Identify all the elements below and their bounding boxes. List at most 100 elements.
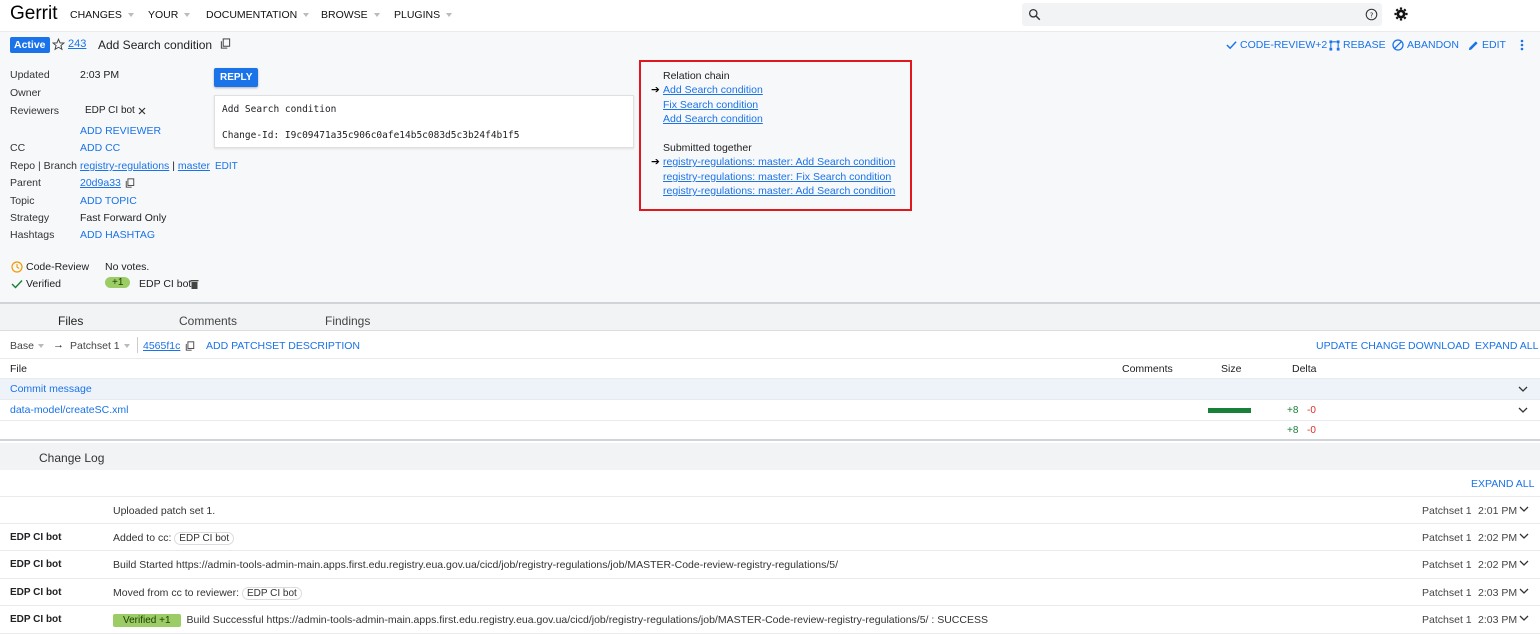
expand-all-files-button[interactable]: EXPAND ALL <box>1475 340 1538 352</box>
account-chip[interactable]: EDP CI bot <box>241 587 302 600</box>
branch-link[interactable]: master <box>178 160 210 172</box>
submitted-item[interactable]: registry-regulations: master: Add Search… <box>663 156 895 168</box>
message-patchset: Patchset 1 <box>1422 532 1472 544</box>
chevron-down-icon[interactable] <box>1519 614 1529 622</box>
relation-chain-item[interactable]: Add Search condition <box>663 84 763 96</box>
updated-value: 2:03 PM <box>80 69 120 81</box>
help-icon[interactable]: ? <box>1365 8 1378 21</box>
search-input[interactable]: ? <box>1022 3 1382 26</box>
star-icon[interactable] <box>52 38 65 51</box>
message-text: Build Successful https://admin-tools-adm… <box>186 614 988 626</box>
message-text: Build Started https://admin-tools-admin-… <box>113 559 839 571</box>
chevron-down-icon[interactable] <box>1519 505 1529 513</box>
menu-plugins[interactable]: PLUGINS <box>394 9 453 21</box>
reviewer-chip[interactable]: EDP CI bot <box>80 104 151 117</box>
check-icon <box>1226 41 1237 50</box>
reviewers-label: Reviewers <box>10 105 60 117</box>
code-review-plus2-button[interactable]: CODE-REVIEW+2 <box>1226 39 1327 51</box>
changelog-row[interactable]: EDP CI bot Moved from cc to reviewer: ED… <box>0 579 1540 606</box>
commit-link[interactable]: 4565f1c <box>143 340 180 352</box>
reply-button[interactable]: REPLY <box>214 68 259 87</box>
menu-changes[interactable]: CHANGES <box>70 9 134 21</box>
copy-icon[interactable] <box>185 341 195 351</box>
base-select[interactable]: Base <box>10 340 44 352</box>
submitted-item[interactable]: registry-regulations: master: Add Search… <box>663 185 895 197</box>
abandon-button[interactable]: ABANDON <box>1392 39 1459 51</box>
pencil-icon <box>1468 40 1478 50</box>
verified-voter: EDP CI bot <box>139 278 192 290</box>
menu-documentation[interactable]: DOCUMENTATION <box>206 9 310 21</box>
delete-icon[interactable] <box>190 279 199 289</box>
menu-your[interactable]: YOUR <box>148 9 191 21</box>
edit-repo-button[interactable]: EDIT <box>215 161 238 172</box>
message-patchset: Patchset 1 <box>1422 614 1472 626</box>
message-patchset: Patchset 1 <box>1422 559 1472 571</box>
chevron-down-icon[interactable] <box>1518 406 1528 414</box>
more-vert-icon[interactable] <box>1519 39 1525 51</box>
gear-icon[interactable] <box>1394 7 1408 21</box>
chevron-down-icon[interactable] <box>1518 385 1528 393</box>
repo-branch-label: Repo | Branch <box>10 160 77 172</box>
repo-link[interactable]: registry-regulations <box>80 160 169 172</box>
size-bar <box>1208 408 1251 413</box>
parent-link[interactable]: 20d9a33 <box>80 177 121 189</box>
relation-chain-item[interactable]: Fix Search condition <box>663 99 758 111</box>
button-label: REBASE <box>1343 39 1386 51</box>
patchset-select[interactable]: Patchset 1 <box>70 340 130 352</box>
tab-findings[interactable]: Findings <box>325 314 370 328</box>
button-label: ABANDON <box>1407 39 1459 51</box>
updated-label: Updated <box>10 69 50 81</box>
relation-chain-item[interactable]: Add Search condition <box>663 113 763 125</box>
chevron-down-icon[interactable] <box>1519 532 1529 540</box>
add-reviewer-button[interactable]: ADD REVIEWER <box>80 125 161 137</box>
message-patchset: Patchset 1 <box>1422 505 1472 517</box>
submitted-together-title: Submitted together <box>663 142 752 154</box>
tab-comments[interactable]: Comments <box>179 314 237 328</box>
close-icon[interactable] <box>138 107 146 115</box>
file-row[interactable]: data-model/createSC.xml +8 -0 <box>0 400 1540 421</box>
copy-icon[interactable] <box>125 178 135 188</box>
file-column-header: File <box>10 363 27 375</box>
files-toolbar: Base → Patchset 1 4565f1c ADD PATCHSET D… <box>0 330 1540 358</box>
gerrit-logo[interactable]: Gerrit <box>10 3 58 25</box>
add-hashtag-button[interactable]: ADD HASHTAG <box>80 229 155 241</box>
expand-all-messages-button[interactable]: EXPAND ALL <box>1471 478 1534 490</box>
change-number-link[interactable]: 243 <box>68 38 86 50</box>
rebase-button[interactable]: REBASE <box>1329 39 1386 51</box>
update-change-button[interactable]: UPDATE CHANGE <box>1316 340 1406 352</box>
edit-button[interactable]: EDIT <box>1468 39 1506 51</box>
submitted-item[interactable]: registry-regulations: master: Fix Search… <box>663 171 891 183</box>
chevron-down-icon[interactable] <box>1519 587 1529 595</box>
divider <box>137 337 138 353</box>
commit-message-link[interactable]: Commit message <box>10 383 92 395</box>
message-author: EDP CI bot <box>10 587 62 598</box>
file-link[interactable]: data-model/createSC.xml <box>10 404 128 416</box>
chevron-down-icon[interactable] <box>1519 559 1529 567</box>
changelog-row[interactable]: EDP CI bot Build Started https://admin-t… <box>0 551 1540 579</box>
status-badge: Active <box>10 37 50 53</box>
total-lines-removed: -0 <box>1307 425 1316 436</box>
add-topic-button[interactable]: ADD TOPIC <box>80 195 137 207</box>
changelog-row[interactable]: EDP CI bot Verified +1 Build Successful h… <box>0 606 1540 634</box>
commit-subject: Add Search condition <box>222 104 337 115</box>
changelog-row[interactable]: EDP CI bot Added to cc: EDP CI bot Patch… <box>0 524 1540 551</box>
menu-browse[interactable]: BROWSE <box>321 9 380 21</box>
changelog-row[interactable]: Uploaded patch set 1. Patchset 1 2:01 PM <box>0 497 1540 524</box>
separator: | <box>172 160 175 172</box>
clock-icon <box>11 261 23 273</box>
copy-icon[interactable] <box>220 38 231 49</box>
lines-added: +8 <box>1287 405 1299 416</box>
message-time: 2:01 PM <box>1478 505 1518 517</box>
rebase-icon <box>1329 39 1340 51</box>
account-chip[interactable]: EDP CI bot <box>174 532 235 545</box>
download-button[interactable]: DOWNLOAD <box>1408 340 1470 352</box>
comments-column-header: Comments <box>1122 363 1173 375</box>
tab-files[interactable]: Files <box>58 314 83 328</box>
add-patchset-description-button[interactable]: ADD PATCHSET DESCRIPTION <box>206 340 360 352</box>
add-cc-button[interactable]: ADD CC <box>80 142 120 154</box>
commit-message-row[interactable]: Commit message <box>0 379 1540 400</box>
owner-label: Owner <box>10 87 41 99</box>
commit-message-box: Add Search condition Change-Id: I9c09471… <box>214 95 634 148</box>
menu-label: PLUGINS <box>394 9 441 21</box>
message-text: Moved from cc to reviewer: <box>113 587 240 599</box>
